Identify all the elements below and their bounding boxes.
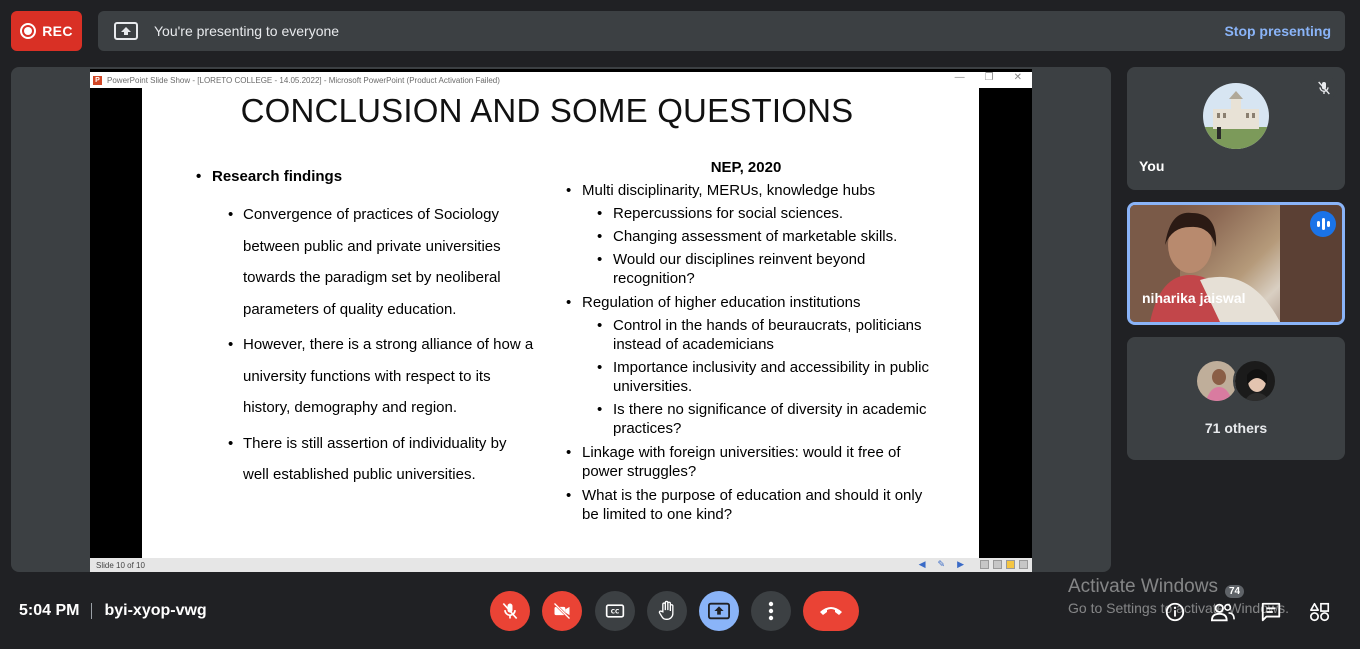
more-vert-icon bbox=[768, 601, 774, 621]
right-point: What is the purpose of education and sho… bbox=[566, 486, 936, 524]
right-point: Linkage with foreign universities: would… bbox=[566, 443, 936, 481]
view-buttons bbox=[980, 560, 1028, 569]
right-heading: NEP, 2020 bbox=[710, 159, 782, 176]
closed-captions-icon: CC bbox=[605, 604, 625, 618]
participant-tile-others[interactable]: 71 others bbox=[1127, 337, 1345, 460]
chat-button[interactable] bbox=[1259, 600, 1283, 624]
building-photo-icon bbox=[1203, 83, 1269, 149]
raise-hand-button[interactable] bbox=[647, 591, 687, 631]
stop-presenting-button[interactable]: Stop presenting bbox=[1224, 23, 1331, 39]
info-icon bbox=[1165, 602, 1185, 622]
people-count-badge: 74 bbox=[1225, 585, 1245, 598]
powerpoint-logo-icon: P bbox=[93, 75, 102, 85]
window-controls: — ❐ ✕ bbox=[955, 72, 1022, 83]
left-point: However, there is a strong alliance of h… bbox=[228, 329, 536, 424]
slide-left-column: Research findings Convergence of practic… bbox=[196, 168, 536, 495]
right-point: Multi disciplinarity, MERUs, knowledge h… bbox=[566, 181, 936, 200]
mic-off-icon bbox=[1311, 75, 1337, 101]
right-item: What is the purpose of education and sho… bbox=[566, 486, 936, 524]
right-item: Regulation of higher education instituti… bbox=[566, 293, 936, 438]
slideshow-view-icon bbox=[1019, 560, 1028, 569]
powerpoint-statusbar: Slide 10 of 10 ◀ ✎ ▶ bbox=[90, 558, 1032, 572]
others-avatars bbox=[1195, 359, 1277, 403]
notes-icon: ✎ bbox=[937, 559, 946, 569]
right-subpoint: Would our disciplines reinvent beyond re… bbox=[597, 250, 936, 288]
people-icon bbox=[1211, 603, 1235, 622]
participant-tile-you[interactable]: You bbox=[1127, 67, 1345, 190]
meeting-info: 5:04 PM byi-xyop-vwg bbox=[19, 602, 207, 620]
camera-toggle-button[interactable] bbox=[542, 591, 582, 631]
presenting-banner: You're presenting to everyone Stop prese… bbox=[98, 11, 1345, 51]
activities-icon bbox=[1310, 602, 1330, 622]
svg-text:CC: CC bbox=[611, 610, 620, 616]
more-options-button[interactable] bbox=[751, 591, 791, 631]
presentation-tile: P PowerPoint Slide Show - [LORETO COLLEG… bbox=[11, 67, 1111, 572]
left-point: There is still assertion of individualit… bbox=[228, 428, 536, 491]
meeting-details-button[interactable] bbox=[1163, 600, 1187, 624]
shared-screen: P PowerPoint Slide Show - [LORETO COLLEG… bbox=[90, 69, 1032, 572]
right-subpoint: Control in the hands of beuraucrats, pol… bbox=[597, 316, 936, 354]
normal-view-icon bbox=[980, 560, 989, 569]
record-icon bbox=[20, 23, 37, 39]
mic-off-icon bbox=[502, 602, 518, 620]
present-screen-icon bbox=[708, 602, 730, 620]
right-item: Linkage with foreign universities: would… bbox=[566, 443, 936, 481]
others-count: 71 others bbox=[1204, 420, 1268, 436]
avatar bbox=[1203, 83, 1269, 149]
chat-icon bbox=[1261, 602, 1281, 622]
slide: CONCLUSION AND SOME QUESTIONS Research f… bbox=[142, 88, 979, 558]
meeting-time: 5:04 PM bbox=[19, 602, 80, 619]
next-slide-icon: ▶ bbox=[957, 559, 964, 569]
present-now-button[interactable] bbox=[699, 591, 739, 631]
avatar bbox=[1233, 359, 1277, 403]
divider bbox=[91, 603, 93, 619]
leave-call-button[interactable] bbox=[803, 591, 859, 631]
right-item: Multi disciplinarity, MERUs, knowledge h… bbox=[566, 181, 936, 288]
right-subpoint: Is there no significance of diversity in… bbox=[597, 400, 936, 438]
meeting-code[interactable]: byi-xyop-vwg bbox=[104, 602, 206, 620]
presenting-message: You're presenting to everyone bbox=[154, 23, 340, 39]
restore-icon: ❐ bbox=[984, 72, 994, 83]
slide-nav: ◀ ✎ ▶ bbox=[919, 559, 964, 570]
recording-label: REC bbox=[42, 23, 73, 39]
hang-up-icon bbox=[820, 607, 842, 615]
left-point: Convergence of practices of Sociology be… bbox=[228, 199, 536, 325]
right-subpoint: Importance inclusivity and accessibility… bbox=[597, 358, 936, 396]
powerpoint-titlebar: P PowerPoint Slide Show - [LORETO COLLEG… bbox=[90, 72, 1032, 88]
prev-slide-icon: ◀ bbox=[918, 559, 926, 569]
right-point: Regulation of higher education instituti… bbox=[566, 293, 936, 312]
reading-view-icon bbox=[1006, 560, 1015, 569]
sorter-view-icon bbox=[993, 560, 1002, 569]
slide-right-column: NEP, 2020 Multi disciplinarity, MERUs, k… bbox=[566, 159, 936, 529]
slide-title: CONCLUSION AND SOME QUESTIONS bbox=[240, 92, 854, 129]
participant-name: niharika jaiswal bbox=[1142, 290, 1246, 306]
close-icon: ✕ bbox=[1013, 72, 1022, 83]
activities-button[interactable] bbox=[1308, 600, 1332, 624]
minimize-icon: — bbox=[954, 72, 965, 83]
participant-tile-speaker[interactable]: niharika jaiswal bbox=[1127, 202, 1345, 325]
people-button[interactable] bbox=[1211, 600, 1235, 624]
recording-indicator[interactable]: REC bbox=[11, 11, 82, 51]
camera-off-icon bbox=[553, 602, 571, 620]
left-heading: Research findings bbox=[196, 168, 536, 185]
speaking-indicator-icon bbox=[1310, 211, 1336, 237]
powerpoint-window-title: PowerPoint Slide Show - [LORETO COLLEGE … bbox=[107, 75, 500, 85]
captions-button[interactable]: CC bbox=[595, 591, 635, 631]
raise-hand-icon bbox=[658, 600, 674, 620]
watermark-title: Activate Windows bbox=[1068, 576, 1218, 597]
right-subpoint: Changing assessment of marketable skills… bbox=[597, 227, 936, 246]
present-screen-icon bbox=[114, 22, 138, 40]
microphone-toggle-button[interactable] bbox=[490, 591, 530, 631]
right-subpoint: Repercussions for social sciences. bbox=[597, 204, 936, 223]
participant-name: You bbox=[1139, 158, 1165, 174]
slide-counter: Slide 10 of 10 bbox=[96, 560, 145, 570]
